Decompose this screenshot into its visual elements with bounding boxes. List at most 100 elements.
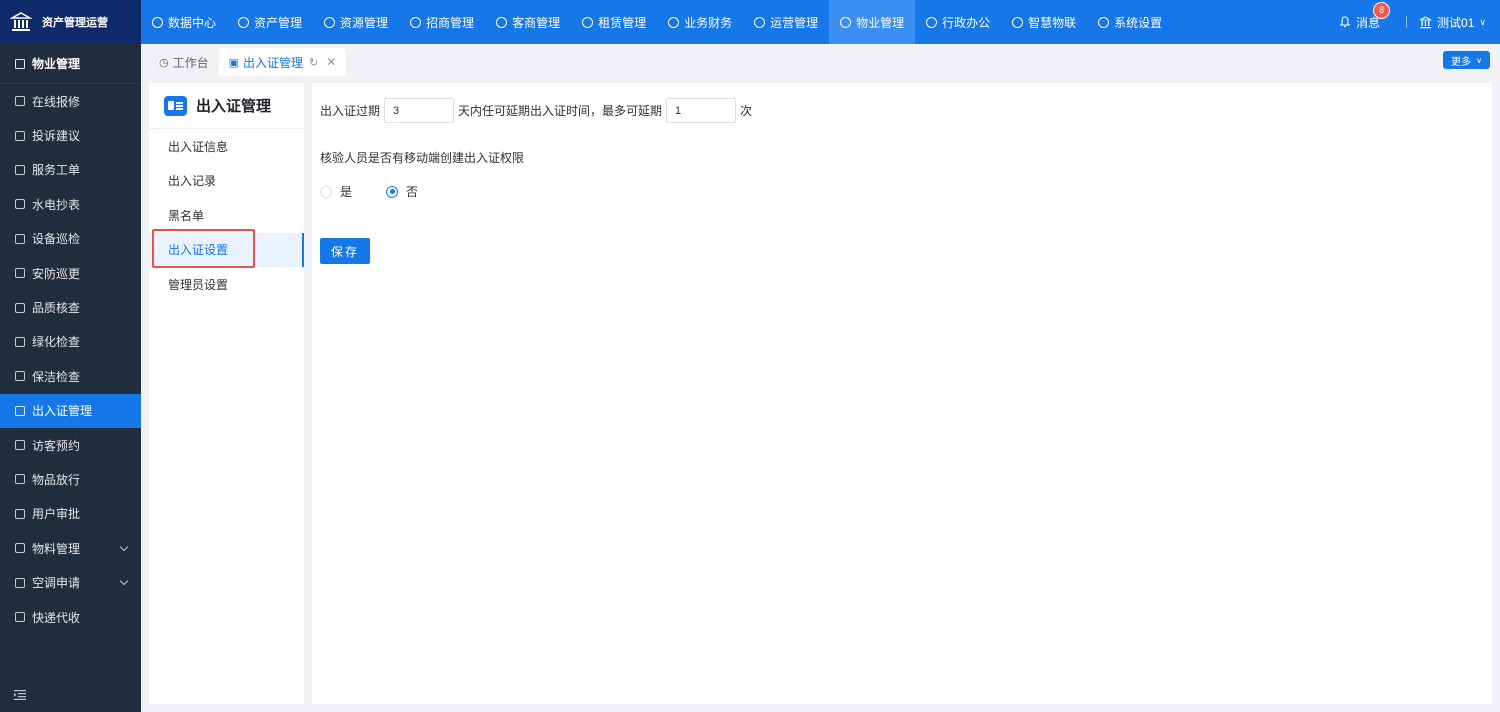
sidebar-item-label: 在线报修 bbox=[32, 94, 81, 109]
topnav-item[interactable]: 业务财务 bbox=[657, 0, 743, 44]
tab-label: 出入证管理 bbox=[243, 55, 304, 70]
close-icon[interactable]: ✕ bbox=[326, 55, 336, 69]
tabs-bar: ◷ 工作台 ▣ 出入证管理 ↻ ✕ 更多 ∨ bbox=[141, 44, 1500, 76]
sub-menu-title: 出入证管理 bbox=[149, 83, 304, 129]
sidebar-item-label: 水电抄表 bbox=[32, 197, 81, 212]
messages-button[interactable]: 消息 8 bbox=[1339, 1, 1391, 31]
sidebar-header-label: 物业管理 bbox=[32, 57, 81, 71]
sidebar-item[interactable]: 设备巡检 bbox=[0, 222, 141, 256]
topnav-item[interactable]: 运营管理 bbox=[743, 0, 829, 44]
topnav-item[interactable]: 物业管理 bbox=[829, 0, 916, 44]
user-menu[interactable]: 测试01 ∨ bbox=[1419, 14, 1486, 31]
save-button[interactable]: 保存 bbox=[320, 238, 370, 264]
radio-no[interactable]: 否 bbox=[386, 183, 418, 200]
topnav-label: 客商管理 bbox=[512, 15, 561, 30]
collapse-menu-icon[interactable] bbox=[14, 690, 26, 700]
chart-icon bbox=[754, 16, 766, 28]
home-icon bbox=[840, 16, 852, 28]
topnav-item[interactable]: 资产管理 bbox=[227, 0, 313, 44]
sidebar-item[interactable]: 物品放行 bbox=[0, 462, 141, 496]
expiry-middle-label: 天内任可延期出入证时间，最多可延期 bbox=[458, 104, 663, 118]
clean-icon bbox=[15, 371, 25, 382]
sidebar-item-label: 设备巡检 bbox=[32, 232, 81, 247]
sub-menu-item[interactable]: 出入记录 bbox=[149, 164, 304, 199]
radio-yes[interactable]: 是 bbox=[320, 183, 352, 200]
topnav-item[interactable]: 招商管理 bbox=[399, 0, 485, 44]
sidebar-item-label: 保洁检查 bbox=[32, 369, 81, 384]
sub-menu-item[interactable]: 出入证设置 bbox=[149, 232, 304, 267]
sidebar-item[interactable]: 物料管理 bbox=[0, 531, 141, 565]
user-name: 测试01 bbox=[1437, 15, 1475, 30]
top-bar: 资产管理运营 数据中心 资产管理 资源管理 招商管理 客商管理 租赁管理 业务财务 运营管理 物… bbox=[0, 0, 1500, 44]
sidebar-item-label: 出入证管理 bbox=[32, 404, 93, 419]
sidebar-item-label: 投诉建议 bbox=[32, 129, 81, 144]
box-icon bbox=[15, 474, 25, 485]
sidebar-item[interactable]: 水电抄表 bbox=[0, 187, 141, 221]
topnav-label: 资源管理 bbox=[340, 15, 389, 30]
topnav-item[interactable]: 数据中心 bbox=[141, 0, 227, 44]
clipboard-icon bbox=[15, 164, 25, 175]
expiry-days-input[interactable] bbox=[384, 98, 455, 123]
sidebar-item[interactable]: 服务工单 bbox=[0, 153, 141, 187]
cube-icon bbox=[238, 16, 250, 28]
sub-menu-item[interactable]: 出入证信息 bbox=[149, 129, 304, 164]
logo[interactable]: 资产管理运营 bbox=[0, 0, 141, 44]
topnav-label: 资产管理 bbox=[254, 15, 303, 30]
topnav-item[interactable]: 行政办公 bbox=[915, 0, 1001, 44]
document-icon bbox=[15, 508, 25, 519]
tools-icon bbox=[15, 96, 25, 107]
guard-icon bbox=[15, 268, 25, 279]
radio-no-label: 否 bbox=[406, 185, 419, 199]
sidebar-item[interactable]: 在线报修 bbox=[0, 84, 141, 118]
topnav-label: 运营管理 bbox=[770, 15, 819, 30]
sidebar-item[interactable]: 保洁检查 bbox=[0, 359, 141, 393]
sidebar-item[interactable]: 出入证管理 bbox=[0, 393, 141, 428]
house-icon bbox=[582, 16, 594, 28]
messages-count-badge: 8 bbox=[1373, 1, 1391, 19]
more-tabs-button[interactable]: 更多 ∨ bbox=[1443, 51, 1490, 69]
device-icon bbox=[15, 233, 25, 244]
topnav-item[interactable]: 资源管理 bbox=[313, 0, 399, 44]
topnav-label: 物业管理 bbox=[856, 15, 905, 30]
sidebar-header[interactable]: 物业管理 bbox=[0, 44, 141, 84]
sidebar-item[interactable]: 快递代收 bbox=[0, 600, 141, 634]
sidebar-item[interactable]: 品质核查 bbox=[0, 290, 141, 324]
topnav-item[interactable]: 系统设置 bbox=[1087, 0, 1173, 44]
refresh-icon[interactable]: ↻ bbox=[309, 56, 318, 69]
yuan-icon bbox=[668, 16, 680, 28]
app-title: 资产管理运营 bbox=[42, 17, 108, 29]
material-icon bbox=[15, 543, 25, 554]
sidebar-item[interactable]: 安防巡更 bbox=[0, 256, 141, 290]
tab-pass-management[interactable]: ▣ 出入证管理 ↻ ✕ bbox=[218, 48, 347, 76]
header-divider bbox=[1406, 16, 1408, 28]
more-label: 更多 bbox=[1451, 56, 1472, 68]
sidebar-item[interactable]: 投诉建议 bbox=[0, 118, 141, 152]
topnav-label: 业务财务 bbox=[684, 15, 733, 30]
topnav-label: 数据中心 bbox=[168, 15, 217, 30]
max-extend-times-input[interactable] bbox=[666, 98, 737, 123]
bank-logo-icon bbox=[10, 12, 32, 31]
sidebar-item[interactable]: 用户审批 bbox=[0, 497, 141, 531]
topnav-item[interactable]: 租赁管理 bbox=[571, 0, 657, 44]
sub-menu-panel: 出入证管理 出入证信息 出入记录 黑名单 出入证设置 管理员设置 bbox=[149, 83, 304, 704]
tab-workbench[interactable]: ◷ 工作台 bbox=[149, 48, 219, 76]
topnav-item[interactable]: 智慧物联 bbox=[1001, 0, 1087, 44]
sidebar-item-label: 快递代收 bbox=[32, 610, 81, 625]
sidebar-item-label: 绿化检查 bbox=[32, 335, 81, 350]
sidebar-item[interactable]: 访客预约 bbox=[0, 428, 141, 462]
chevron-down-icon: ∨ bbox=[1476, 55, 1482, 65]
sub-menu-item[interactable]: 管理员设置 bbox=[149, 267, 304, 302]
sidebar: 物业管理 在线报修投诉建议服务工单水电抄表设备巡检安防巡更 品质核查绿化检查保洁检… bbox=[0, 44, 141, 712]
sidebar-item-label: 访客预约 bbox=[32, 438, 81, 453]
meter-icon bbox=[15, 199, 25, 210]
sub-menu-item[interactable]: 黑名单 bbox=[149, 198, 304, 233]
expiry-prefix-label: 出入证过期 bbox=[320, 104, 381, 118]
sidebar-item-label: 物料管理 bbox=[32, 541, 81, 556]
topnav-item[interactable]: 客商管理 bbox=[485, 0, 571, 44]
sidebar-item[interactable]: 绿化检查 bbox=[0, 325, 141, 359]
sidebar-item-label: 用户审批 bbox=[32, 507, 81, 522]
sidebar-item[interactable]: 空调申请 bbox=[0, 565, 141, 599]
monitor-icon bbox=[926, 16, 938, 28]
tag-icon bbox=[410, 16, 422, 28]
chevron-down-icon bbox=[119, 577, 129, 586]
